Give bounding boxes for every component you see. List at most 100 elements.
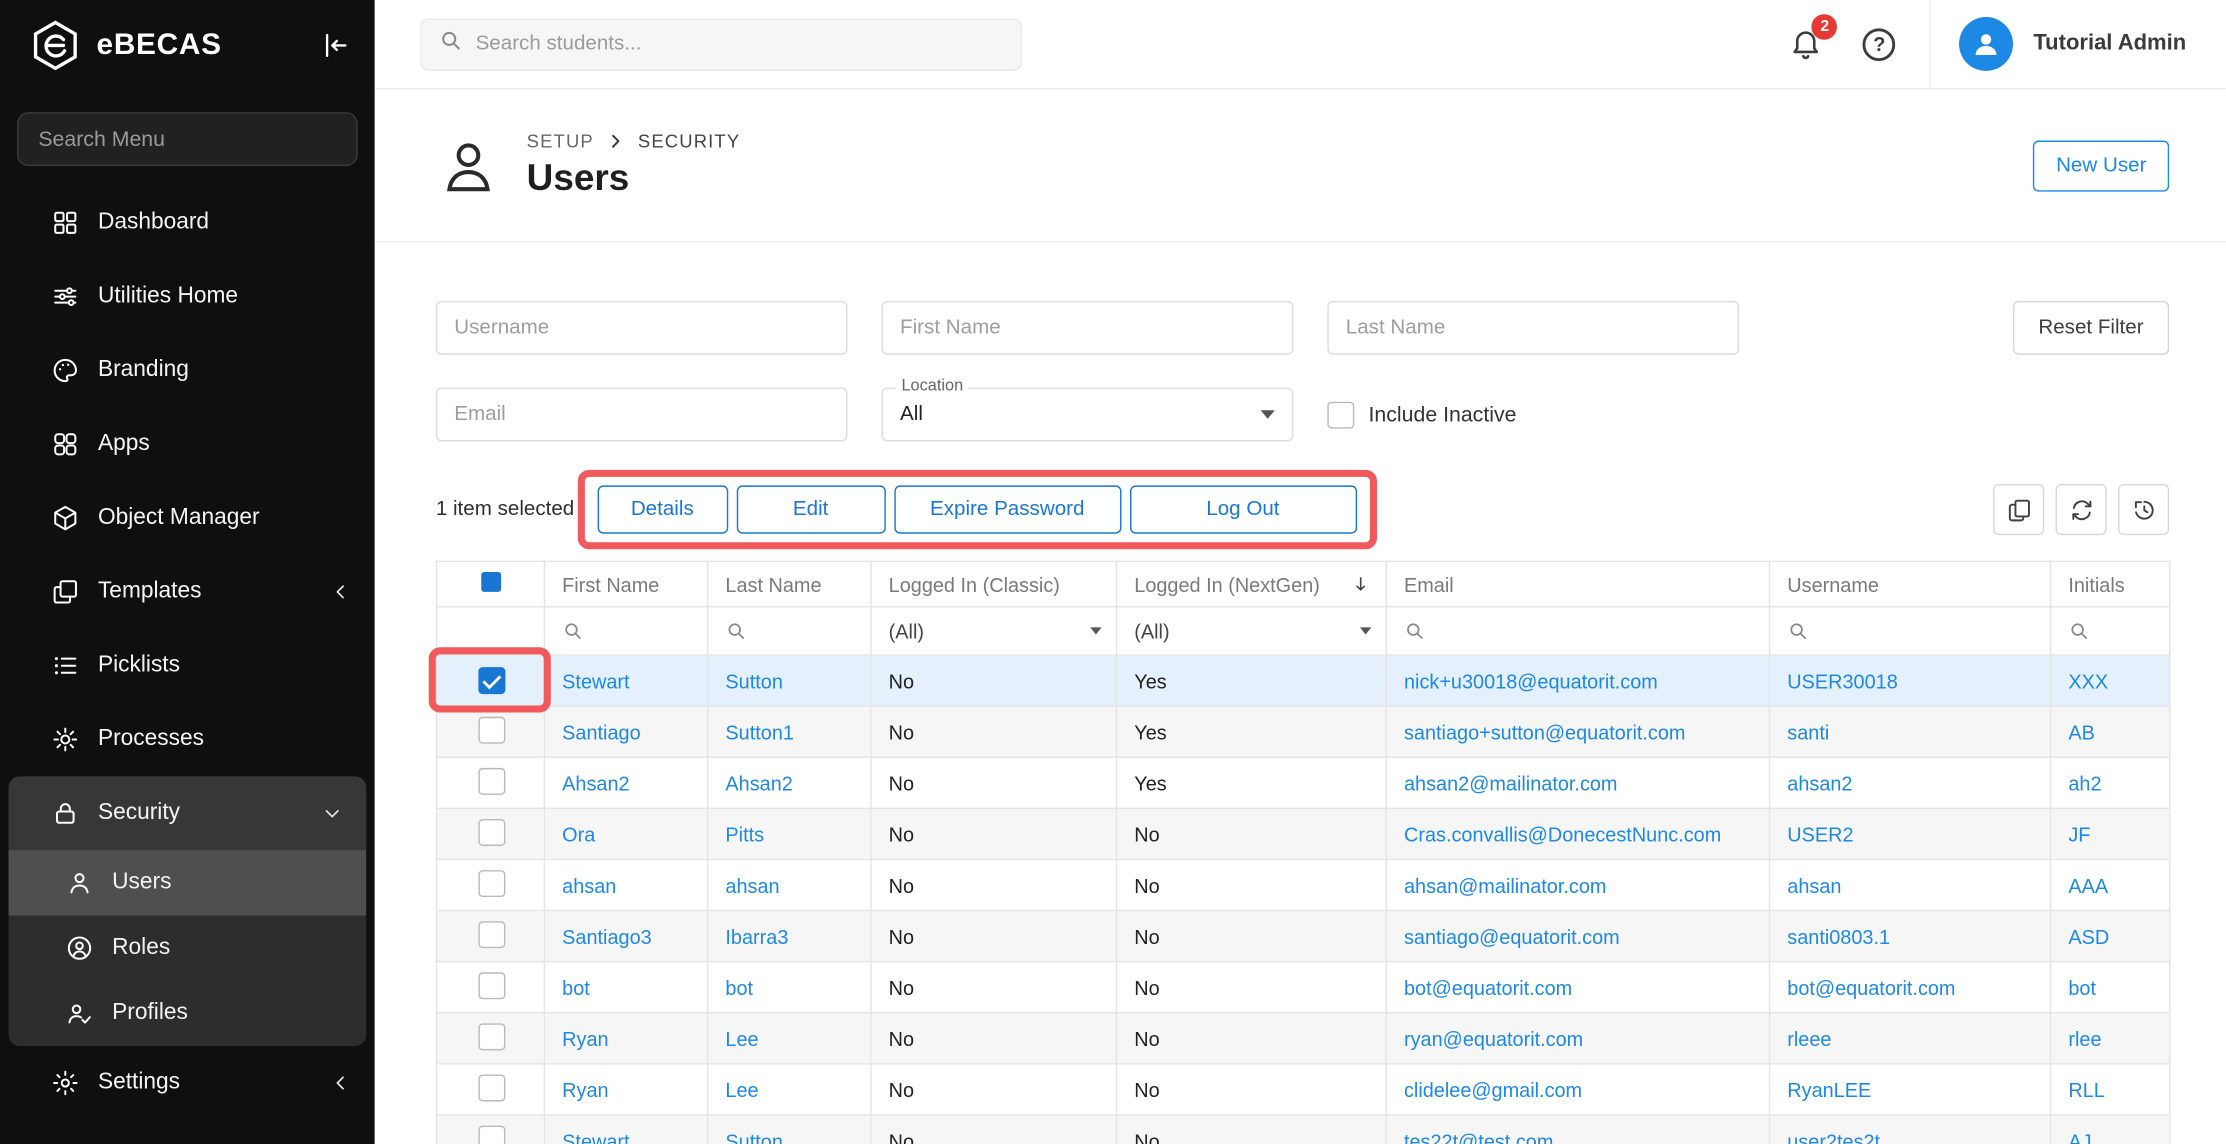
cell-username[interactable]: rleee: [1787, 1027, 1831, 1050]
notifications-button[interactable]: 2: [1789, 27, 1823, 61]
sidebar-item-settings[interactable]: Settings: [0, 1046, 375, 1120]
cell-email[interactable]: tes22t@test.com: [1404, 1129, 1553, 1144]
location-select[interactable]: Location All: [882, 387, 1294, 441]
cell-first-name[interactable]: bot: [562, 976, 590, 999]
cell-email[interactable]: santiago+sutton@equatorit.com: [1404, 720, 1685, 743]
cell-email[interactable]: ahsan2@mailinator.com: [1404, 771, 1618, 794]
sidebar-item-utilities-home[interactable]: Utilities Home: [0, 260, 375, 334]
cell-email[interactable]: nick+u30018@equatorit.com: [1404, 669, 1658, 692]
sidebar-item-dashboard[interactable]: Dashboard: [0, 186, 375, 260]
cell-first-name[interactable]: ahsan: [562, 874, 616, 897]
revert-history-button[interactable]: [2118, 484, 2169, 535]
select-all-cell[interactable]: [437, 561, 545, 606]
cell-username[interactable]: ahsan: [1787, 874, 1841, 897]
row-checkbox[interactable]: [478, 767, 505, 794]
cell-initials[interactable]: ah2: [2068, 771, 2101, 794]
cell-last-name[interactable]: Sutton: [725, 1129, 782, 1144]
breadcrumb-setup[interactable]: SETUP: [527, 131, 594, 152]
sidebar-item-users[interactable]: Users: [9, 850, 367, 915]
column-filter-username[interactable]: [1770, 607, 2051, 655]
expire-password-button[interactable]: Expire Password: [894, 485, 1121, 533]
row-checkbox[interactable]: [478, 818, 505, 845]
row-checkbox[interactable]: [478, 1074, 505, 1101]
column-header-initials[interactable]: Initials: [2051, 561, 2170, 606]
table-row[interactable]: bot bot No No bot@equatorit.com bot@equa…: [437, 962, 2170, 1013]
column-header-logged-in-nextgen[interactable]: Logged In (NextGen): [1117, 561, 1387, 606]
filter-email-input[interactable]: [436, 387, 848, 441]
filter-username-input[interactable]: [436, 301, 848, 355]
details-button[interactable]: Details: [597, 485, 728, 533]
cell-first-name[interactable]: Ryan: [562, 1027, 608, 1050]
cell-initials[interactable]: bot: [2068, 976, 2096, 999]
table-row[interactable]: Ahsan2 Ahsan2 No Yes ahsan2@mailinator.c…: [437, 757, 2170, 808]
cell-first-name[interactable]: Stewart: [562, 669, 629, 692]
edit-button[interactable]: Edit: [736, 485, 885, 533]
cell-last-name[interactable]: ahsan: [725, 874, 779, 897]
cell-email[interactable]: ahsan@mailinator.com: [1404, 874, 1606, 897]
reset-filter-button[interactable]: Reset Filter: [2013, 301, 2169, 355]
row-checkbox[interactable]: [478, 972, 505, 999]
cell-initials[interactable]: JF: [2068, 823, 2090, 846]
table-row[interactable]: Ryan Lee No No clidelee@gmail.com RyanLE…: [437, 1064, 2170, 1115]
column-header-last-name[interactable]: Last Name: [708, 561, 871, 606]
refresh-button[interactable]: [2056, 484, 2107, 535]
help-icon[interactable]: ?: [1863, 28, 1896, 61]
sidebar-item-processes[interactable]: Processes: [0, 703, 375, 777]
column-filter-logged-in-classic[interactable]: (All): [871, 607, 1117, 655]
cell-initials[interactable]: XXX: [2068, 669, 2108, 692]
filter-first-name-input[interactable]: [882, 301, 1294, 355]
cell-initials[interactable]: ASD: [2068, 925, 2109, 948]
column-header-logged-in-classic[interactable]: Logged In (Classic): [871, 561, 1117, 606]
cell-email[interactable]: clidelee@gmail.com: [1404, 1078, 1582, 1101]
cell-last-name[interactable]: Sutton: [725, 669, 782, 692]
cell-initials[interactable]: AAA: [2068, 874, 2108, 897]
user-name[interactable]: Tutorial Admin: [2033, 31, 2186, 57]
include-inactive-checkbox[interactable]: Include Inactive: [1327, 401, 1516, 428]
select-all-checkbox[interactable]: [481, 572, 501, 592]
sidebar-collapse-icon[interactable]: [318, 29, 349, 60]
column-header-username[interactable]: Username: [1770, 561, 2051, 606]
cell-initials[interactable]: AB: [2068, 720, 2095, 743]
student-search-input[interactable]: [476, 33, 1004, 56]
table-row[interactable]: Ora Pitts No No Cras.convallis@DonecestN…: [437, 808, 2170, 859]
column-header-email[interactable]: Email: [1386, 561, 1769, 606]
row-checkbox[interactable]: [478, 716, 505, 743]
cell-first-name[interactable]: Santiago3: [562, 925, 652, 948]
table-row[interactable]: Stewart Sutton No Yes nick+u30018@equato…: [437, 655, 2170, 706]
sidebar-item-picklists[interactable]: Picklists: [0, 629, 375, 703]
sidebar-item-security[interactable]: Security: [9, 776, 367, 850]
cell-username[interactable]: bot@equatorit.com: [1787, 976, 1955, 999]
sidebar-item-apps[interactable]: Apps: [0, 407, 375, 481]
cell-initials[interactable]: AJ: [2068, 1129, 2091, 1144]
cell-initials[interactable]: RLL: [2068, 1078, 2104, 1101]
row-checkbox[interactable]: [478, 667, 505, 694]
cell-username[interactable]: RyanLEE: [1787, 1078, 1871, 1101]
cell-email[interactable]: bot@equatorit.com: [1404, 976, 1572, 999]
cell-first-name[interactable]: Santiago: [562, 720, 640, 743]
row-checkbox[interactable]: [478, 1023, 505, 1050]
table-row[interactable]: Santiago3 Ibarra3 No No santiago@equator…: [437, 911, 2170, 962]
column-filter-initials[interactable]: [2051, 607, 2170, 655]
cell-email[interactable]: santiago@equatorit.com: [1404, 925, 1620, 948]
avatar[interactable]: [1960, 17, 2014, 71]
cell-last-name[interactable]: bot: [725, 976, 753, 999]
sidebar-item-object-manager[interactable]: Object Manager: [0, 481, 375, 555]
cell-username[interactable]: USER2: [1787, 823, 1853, 846]
table-row[interactable]: Ryan Lee No No ryan@equatorit.com rleee …: [437, 1013, 2170, 1064]
cell-first-name[interactable]: Ora: [562, 823, 595, 846]
row-checkbox[interactable]: [478, 1125, 505, 1144]
sidebar-search-input[interactable]: [17, 112, 358, 166]
cell-last-name[interactable]: Ibarra3: [725, 925, 788, 948]
sidebar-item-roles[interactable]: Roles: [9, 916, 367, 981]
cell-last-name[interactable]: Lee: [725, 1078, 758, 1101]
row-checkbox[interactable]: [478, 920, 505, 947]
column-header-first-name[interactable]: First Name: [544, 561, 707, 606]
cell-first-name[interactable]: Ahsan2: [562, 771, 629, 794]
cell-initials[interactable]: rlee: [2068, 1027, 2101, 1050]
cell-last-name[interactable]: Lee: [725, 1027, 758, 1050]
column-filter-first-name[interactable]: [544, 607, 707, 655]
sidebar-item-templates[interactable]: Templates: [0, 555, 375, 629]
filter-last-name-input[interactable]: [1327, 301, 1739, 355]
table-row[interactable]: ahsan ahsan No No ahsan@mailinator.com a…: [437, 859, 2170, 910]
new-user-button[interactable]: New User: [2033, 140, 2169, 191]
